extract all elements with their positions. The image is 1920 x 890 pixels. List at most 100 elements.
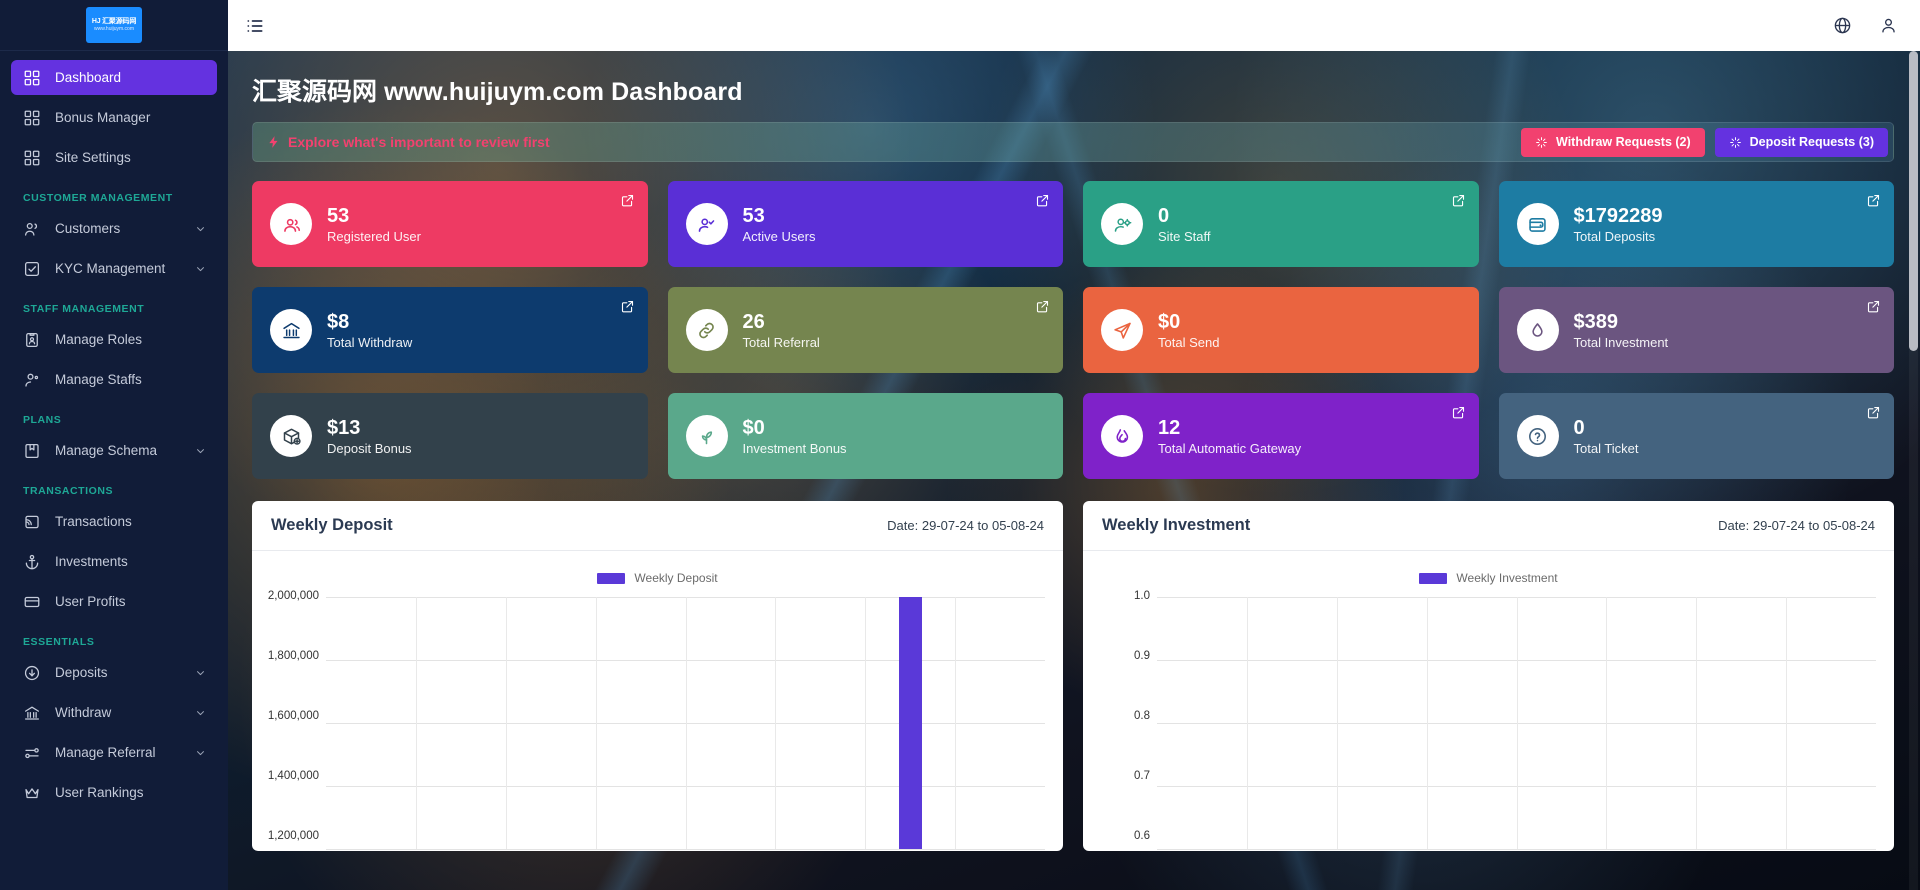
- chevron-down-icon[interactable]: [194, 706, 207, 719]
- stat-text: $0 Investment Bonus: [743, 417, 847, 456]
- stat-card-total-referral[interactable]: 26 Total Referral: [667, 287, 1063, 373]
- scrollbar-thumb[interactable]: [1909, 51, 1918, 351]
- grid-icon: [23, 69, 41, 87]
- chevron-down-icon[interactable]: [194, 262, 207, 275]
- stat-text: $8 Total Withdraw: [327, 311, 412, 350]
- bar-slot: [506, 597, 596, 849]
- sidebar-item-label: Withdraw: [55, 705, 112, 720]
- bar[interactable]: [898, 597, 922, 849]
- stat-text: $0 Total Send: [1158, 311, 1219, 350]
- sidebar-item-withdraw[interactable]: Withdraw: [11, 695, 217, 730]
- stat-label: Deposit Bonus: [327, 440, 412, 456]
- sidebar-item-user-profits[interactable]: User Profits: [11, 584, 217, 619]
- dashboard-content: 汇聚源码网 www.huijuym.com Dashboard Explore …: [228, 51, 1920, 890]
- external-link-icon[interactable]: [1035, 299, 1050, 314]
- legend-swatch: [1419, 572, 1448, 584]
- grid-icon: [23, 109, 41, 127]
- external-link-icon[interactable]: [1866, 193, 1881, 208]
- chart-card-weekly-investment: Weekly Investment Date: 29-07-24 to 05-08…: [1083, 501, 1894, 851]
- y-tick: 1,400,000: [267, 770, 319, 782]
- external-link-icon[interactable]: [620, 299, 635, 314]
- sidebar-item-label: Transactions: [55, 514, 132, 529]
- chart-legend[interactable]: Weekly Investment: [1101, 567, 1876, 589]
- external-link-icon[interactable]: [1866, 405, 1881, 420]
- sidebar-item-label: Manage Roles: [55, 332, 143, 347]
- y-tick: 0.9: [1134, 650, 1150, 662]
- sidebar-item-user-rankings[interactable]: User Rankings: [11, 775, 217, 810]
- sidebar-item-transactions[interactable]: Transactions: [11, 504, 217, 539]
- bank-icon: [270, 309, 312, 351]
- chart-card-weekly-deposit: Weekly Deposit Date: 29-07-24 to 05-08-24…: [252, 501, 1063, 851]
- main-area: 汇聚源码网 www.huijuym.com Dashboard Explore …: [228, 0, 1920, 890]
- stat-card-site-staff[interactable]: 0 Site Staff: [1083, 181, 1479, 267]
- app-root: HJ 汇聚源码网 www.huijuym.com Dashboard Bonus …: [0, 0, 1920, 890]
- stat-value: $8: [327, 310, 350, 333]
- y-tick: 1,200,000: [267, 830, 319, 842]
- sliders-icon: [23, 744, 41, 762]
- external-link-icon[interactable]: [1035, 193, 1050, 208]
- sidebar-item-manage-roles[interactable]: Manage Roles: [11, 322, 217, 357]
- sidebar-item-manage-schema[interactable]: Manage Schema: [11, 433, 217, 468]
- globe-icon[interactable]: [1833, 16, 1852, 35]
- stat-text: $389 Total Investment: [1574, 311, 1669, 350]
- user-gear-icon: [1101, 203, 1143, 245]
- sidebar-item-manage-staffs[interactable]: Manage Staffs: [11, 362, 217, 397]
- withdraw-requests-button[interactable]: Withdraw Requests (2): [1521, 127, 1705, 157]
- send-icon: [1101, 309, 1143, 351]
- bank-icon: [23, 704, 41, 722]
- external-link-icon[interactable]: [1451, 193, 1466, 208]
- card-icon: [23, 593, 41, 611]
- user-icon[interactable]: [1879, 16, 1898, 35]
- legend-swatch: [597, 572, 626, 584]
- sidebar-item-investments[interactable]: Investments: [11, 544, 217, 579]
- chart-legend[interactable]: Weekly Deposit: [270, 567, 1045, 589]
- logo[interactable]: HJ 汇聚源码网 www.huijuym.com: [0, 0, 228, 51]
- explore-label: Explore what's important to review first: [288, 134, 550, 150]
- stat-card-total-send[interactable]: $0 Total Send: [1083, 287, 1479, 373]
- external-link-icon[interactable]: [1866, 299, 1881, 314]
- vertical-scrollbar[interactable]: [1909, 51, 1918, 890]
- hamburger-list-icon[interactable]: [245, 16, 265, 36]
- sidebar-item-manage-referral[interactable]: Manage Referral: [11, 735, 217, 770]
- chevron-down-icon[interactable]: [194, 666, 207, 679]
- chevron-down-icon[interactable]: [194, 746, 207, 759]
- sidebar-item-label: Manage Staffs: [55, 372, 142, 387]
- bar-slot: [1696, 597, 1786, 849]
- stat-card-total-automatic-gateway[interactable]: 12 Total Automatic Gateway: [1083, 393, 1479, 479]
- external-link-icon[interactable]: [620, 193, 635, 208]
- stat-label: Total Referral: [742, 334, 820, 350]
- sidebar-item-label: Investments: [55, 554, 128, 569]
- sidebar-item-label: Deposits: [55, 665, 108, 680]
- sidebar-item-label: Site Settings: [55, 150, 131, 165]
- sidebar-item-dashboard[interactable]: Dashboard: [11, 60, 217, 95]
- chart-header: Weekly Investment Date: 29-07-24 to 05-08…: [1083, 501, 1894, 551]
- chevron-down-icon[interactable]: [194, 222, 207, 235]
- stat-label: Investment Bonus: [742, 440, 847, 456]
- chart-title: Weekly Deposit: [271, 516, 393, 534]
- stat-card-registered-user[interactable]: 53 Registered User: [252, 181, 648, 267]
- stat-card-total-ticket[interactable]: 0 Total Ticket: [1498, 393, 1894, 479]
- sidebar-item-bonus-manager[interactable]: Bonus Manager: [11, 100, 217, 135]
- withdraw-requests-label: Withdraw Requests (2): [1556, 135, 1691, 149]
- sidebar-item-kyc-management[interactable]: KYC Management: [11, 251, 217, 286]
- bolt-icon: [267, 135, 281, 149]
- stat-card-total-deposits[interactable]: $1792289 Total Deposits: [1498, 181, 1894, 267]
- stat-text: 53 Registered User: [327, 205, 421, 244]
- stat-card-investment-bonus[interactable]: $0 Investment Bonus: [667, 393, 1063, 479]
- sidebar-item-label: Manage Schema: [55, 443, 158, 458]
- stat-card-total-investment[interactable]: $389 Total Investment: [1498, 287, 1894, 373]
- stat-card-deposit-bonus[interactable]: $13 Deposit Bonus: [252, 393, 648, 479]
- sidebar-item-site-settings[interactable]: Site Settings: [11, 140, 217, 175]
- stat-label: Site Staff: [1158, 228, 1211, 244]
- bar-slot: [686, 597, 776, 849]
- stat-card-total-withdraw[interactable]: $8 Total Withdraw: [252, 287, 648, 373]
- deposit-requests-button[interactable]: Deposit Requests (3): [1714, 127, 1888, 157]
- sidebar-item-customers[interactable]: Customers: [11, 211, 217, 246]
- badge-user-icon: [23, 331, 41, 349]
- chart-header: Weekly Deposit Date: 29-07-24 to 05-08-24: [252, 501, 1063, 551]
- sidebar-item-deposits[interactable]: Deposits: [11, 655, 217, 690]
- gateway-icon: [1101, 415, 1143, 457]
- stat-card-active-users[interactable]: 53 Active Users: [667, 181, 1063, 267]
- chevron-down-icon[interactable]: [194, 444, 207, 457]
- external-link-icon[interactable]: [1451, 405, 1466, 420]
